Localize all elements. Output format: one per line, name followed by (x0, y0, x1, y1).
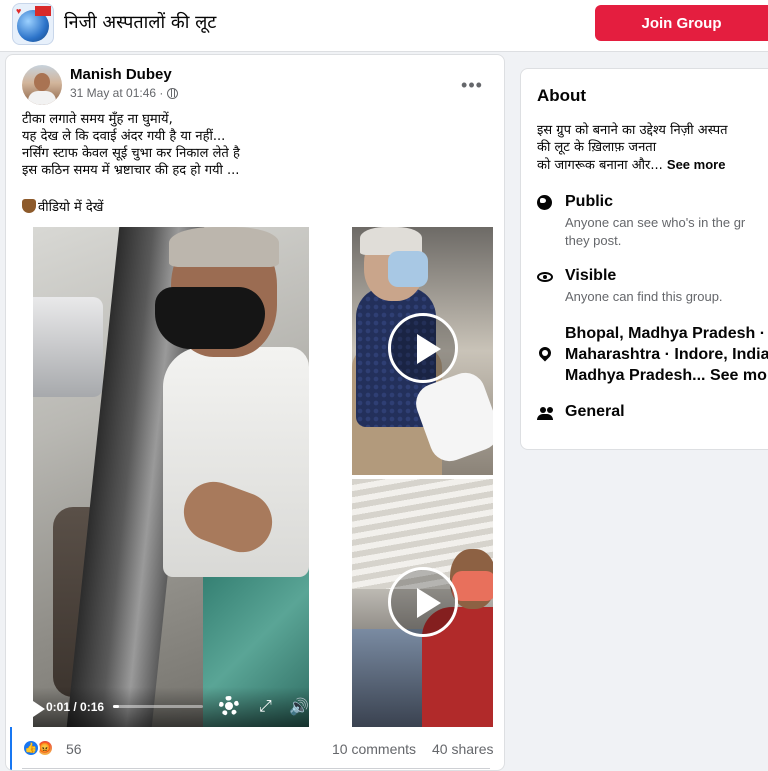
comments-count[interactable]: 10 comments (332, 741, 416, 757)
video-time: 0:01 / 0:16 (46, 700, 105, 714)
eye-icon (537, 272, 553, 282)
about-description-text: को जागरूक बनाना और... (537, 158, 663, 173)
post-text-line: नर्सिंग स्टाफ केवल सूई चुभा कर निकाल लेत… (22, 146, 240, 161)
author-avatar[interactable] (22, 65, 62, 105)
post-cta-text: वीडियो में देखें (38, 200, 104, 215)
location-line: Bhopal, Madhya Pradesh · (565, 325, 766, 342)
location-line-text: Madhya Pradesh... (565, 367, 706, 384)
reaction-count[interactable]: 56 (66, 741, 82, 757)
footer-divider (22, 768, 490, 769)
video-car (33, 297, 103, 397)
privacy-title: Public (565, 193, 614, 210)
post-text-line: टीका लगाते समय मुँह ना घुमायें, (22, 112, 173, 127)
flag-icon (35, 6, 51, 16)
location-pin-icon (536, 344, 554, 362)
timestamp-text[interactable]: 31 May at 01:46 · (70, 86, 163, 100)
play-icon[interactable] (33, 701, 45, 717)
group-avatar[interactable]: ♥ (12, 3, 54, 45)
thumb-crowd (352, 629, 432, 727)
post-text-line: इस कठिन समय में भ्रष्टाचार की हद हो गयी … (22, 163, 240, 178)
fullscreen-icon[interactable]: ⤢ (259, 698, 275, 714)
pointing-down-hand-icon (22, 199, 36, 213)
about-description-line: की लूट के ख़िलाफ़ जनता (537, 140, 657, 155)
heart-icon: ♥ (16, 6, 22, 16)
video-controls: 0:01 / 0:16 ⤢ 🔊 (33, 687, 309, 727)
about-description: इस ग्रुप को बनाने का उद्देश्य निज़ी अस्प… (537, 122, 768, 174)
join-group-button[interactable]: Join Group (595, 5, 768, 41)
location-line: Madhya Pradesh... See mo (565, 365, 768, 386)
visibility-title: Visible (565, 267, 617, 284)
thumb-face-mask (388, 251, 428, 287)
play-circle-icon[interactable] (388, 567, 458, 637)
settings-gear-icon[interactable] (219, 696, 239, 716)
visibility-description: Anyone can find this group. (565, 289, 723, 304)
privacy-line: Anyone can see who's in the gr (565, 215, 746, 230)
avatar-shirt (28, 91, 56, 105)
location-line: Maharashtra · Indore, India (565, 346, 768, 363)
author-name[interactable]: Manish Dubey (70, 66, 172, 83)
group-header: ♥ निजी अस्पतालों की लूट Join Group (0, 0, 768, 52)
about-card: About इस ग्रुप को बनाने का उद्देश्य निज़… (520, 68, 768, 450)
video-progress-bar[interactable] (113, 705, 203, 708)
shares-count[interactable]: 40 shares (432, 741, 493, 757)
focus-indicator (10, 727, 12, 770)
category-title: General (565, 403, 625, 420)
post-timestamp: 31 May at 01:46 · (70, 86, 179, 100)
about-title: About (537, 86, 587, 105)
volume-icon[interactable]: 🔊 (289, 697, 309, 716)
main-video-player[interactable] (33, 227, 309, 727)
see-more-link[interactable]: See more (667, 157, 726, 172)
privacy-description: Anyone can see who's in the gr they post… (565, 214, 745, 250)
post-card: Manish Dubey 31 May at 01:46 · ••• टीका … (5, 54, 505, 771)
globe-icon (537, 195, 552, 210)
video-thumbnail-2[interactable] (352, 479, 493, 727)
privacy-line: they post. (565, 233, 622, 248)
about-description-line: को जागरूक बनाना और... See more (537, 156, 768, 174)
post-cta: वीडियो में देखें (22, 197, 103, 215)
thumb-face-mask (452, 571, 493, 601)
video-progress-fill (113, 705, 119, 708)
like-reaction-icon[interactable]: 👍 (22, 739, 40, 757)
about-description-line: इस ग्रुप को बनाने का उद्देश्य निज़ी अस्प… (537, 123, 728, 138)
more-options-icon[interactable]: ••• (454, 67, 490, 103)
video-face-mask (155, 287, 265, 349)
video-thumbnail-1[interactable] (352, 227, 493, 475)
post-text-line: यह देख ले कि दवाई अंदर गयी है या नहीं... (22, 129, 226, 144)
location-text: Bhopal, Madhya Pradesh · Maharashtra · I… (565, 323, 768, 386)
globe-icon (167, 87, 179, 99)
group-title[interactable]: निजी अस्पतालों की लूट (64, 10, 216, 34)
play-circle-icon[interactable] (388, 313, 458, 383)
people-icon (537, 406, 553, 422)
location-see-more-link[interactable]: See mo (710, 367, 767, 384)
post-body: टीका लगाते समय मुँह ना घुमायें, यह देख ल… (22, 111, 492, 179)
avatar-face (34, 73, 50, 91)
post-footer: 👍 😡 56 10 comments 40 shares (22, 739, 493, 763)
video-woman-hair (169, 227, 279, 267)
